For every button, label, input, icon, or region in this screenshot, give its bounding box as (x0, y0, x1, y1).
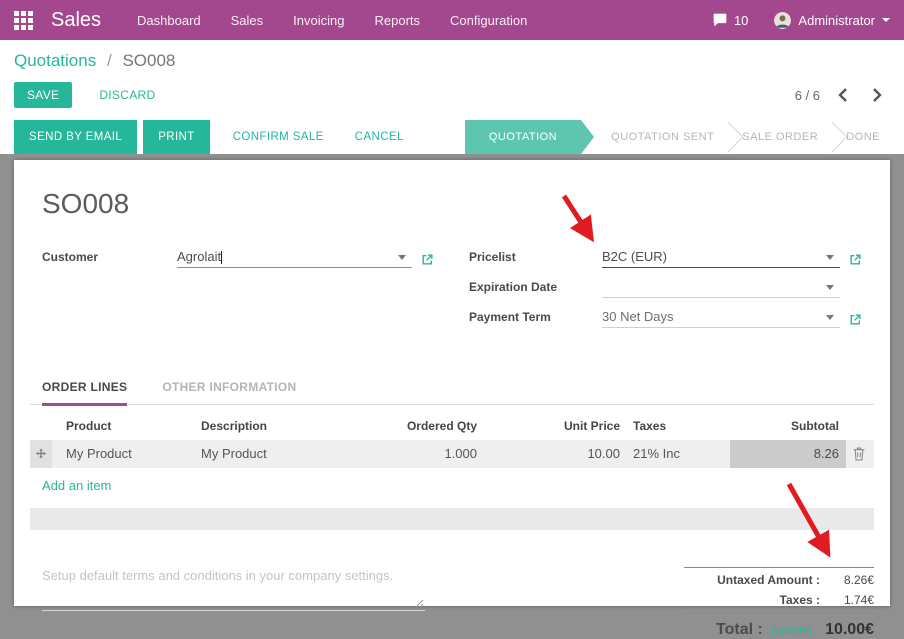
empty-notes-bar[interactable] (30, 508, 874, 530)
control-panel: Quotations / SO008 SAVE DISCARD 6 / 6 SE… (0, 40, 904, 154)
pricelist-input[interactable]: B2C (EUR) (602, 248, 840, 268)
col-unit-price: Unit Price (477, 419, 620, 433)
pager-previous-icon[interactable] (830, 88, 855, 102)
apps-grid-icon[interactable] (14, 11, 33, 30)
customer-external-link-icon[interactable] (421, 253, 434, 266)
breadcrumb: Quotations / SO008 (14, 51, 890, 71)
chat-bubble-icon (712, 13, 728, 27)
user-avatar[interactable] (774, 12, 791, 29)
confirm-sale-button[interactable]: CONFIRM SALE (219, 120, 338, 154)
breadcrumb-separator: / (107, 51, 112, 70)
nav-menu: Dashboard Sales Invoicing Reports Config… (137, 13, 527, 28)
payment-term-label: Payment Term (469, 310, 602, 328)
expiration-date-row: Expiration Date (469, 277, 862, 298)
send-by-email-button[interactable]: SEND BY EMAIL (14, 120, 137, 154)
app-brand[interactable]: Sales (51, 9, 101, 32)
untaxed-amount-value: 8.26€ (820, 573, 874, 587)
top-navbar: Sales Dashboard Sales Invoicing Reports … (0, 0, 904, 40)
nav-item-configuration[interactable]: Configuration (450, 13, 527, 28)
order-lines-table: Product Description Ordered Qty Unit Pri… (30, 414, 874, 495)
pager-value: 6 / 6 (795, 88, 820, 103)
statusbar: QUOTATION QUOTATION SENT SALE ORDER DONE (465, 120, 890, 154)
save-button[interactable]: SAVE (14, 82, 72, 108)
customer-label: Customer (42, 250, 177, 268)
totals-box: Untaxed Amount : 8.26€ Taxes : 1.74€ Tot… (684, 567, 874, 639)
discard-button[interactable]: DISCARD (99, 88, 155, 102)
table-header: Product Description Ordered Qty Unit Pri… (30, 414, 874, 440)
customer-row: Customer Agrolait (42, 247, 434, 268)
payment-term-row: Payment Term 30 Net Days (469, 307, 862, 328)
cell-subtotal: 8.26 (730, 440, 846, 468)
expiration-date-label: Expiration Date (469, 280, 602, 298)
control-row: SAVE DISCARD 6 / 6 (14, 82, 890, 108)
col-subtotal: Subtotal (730, 419, 846, 433)
cell-product[interactable]: My Product (52, 440, 197, 468)
pager-next-icon[interactable] (865, 88, 890, 102)
row-drag-handle[interactable] (30, 440, 52, 468)
table-row[interactable]: My Product My Product 1.000 10.00 21% In… (30, 440, 874, 468)
taxes-row: Taxes : 1.74€ (684, 590, 874, 610)
action-bar: SEND BY EMAIL PRINT CONFIRM SALE CANCEL … (14, 120, 890, 154)
pricelist-dropdown-caret-icon[interactable] (826, 255, 834, 260)
tab-other-information[interactable]: OTHER INFORMATION (162, 380, 296, 404)
text-cursor (221, 251, 222, 264)
notebook-tabs: ORDER LINES OTHER INFORMATION (30, 380, 874, 405)
nav-right: 10 Administrator (712, 12, 890, 29)
status-step-done[interactable]: DONE (832, 120, 890, 154)
delete-row-trash-icon[interactable] (846, 440, 872, 468)
terms-placeholder: Setup default terms and conditions in yo… (42, 568, 393, 583)
total-row: Total : (update) 10.00€ (684, 613, 874, 639)
status-step-quotation[interactable]: QUOTATION (465, 120, 581, 154)
cell-ordered-qty[interactable]: 1.000 (365, 440, 477, 468)
tab-order-lines[interactable]: ORDER LINES (42, 380, 127, 406)
status-step-quotation-sent[interactable]: QUOTATION SENT (597, 120, 728, 154)
pricelist-label: Pricelist (469, 250, 602, 268)
add-an-item-link[interactable]: Add an item (42, 478, 111, 493)
cancel-button[interactable]: CANCEL (341, 120, 418, 154)
col-product: Product (52, 419, 197, 433)
col-description: Description (197, 419, 365, 433)
form-sheet: SO008 Customer Agrolait Pricelist (14, 160, 890, 606)
untaxed-amount-label: Untaxed Amount : (717, 573, 820, 587)
sheet-bottom: Setup default terms and conditions in yo… (30, 567, 874, 639)
payment-term-external-link-icon[interactable] (849, 313, 862, 326)
grand-total-value: 10.00€ (825, 621, 874, 639)
total-label: Total : (684, 621, 763, 639)
payment-term-input[interactable]: 30 Net Days (602, 308, 840, 328)
user-name[interactable]: Administrator (798, 13, 875, 28)
print-button[interactable]: PRINT (143, 120, 210, 154)
form-group-right: Pricelist B2C (EUR) Expiration Date (469, 247, 862, 337)
terms-textarea[interactable]: Setup default terms and conditions in yo… (42, 567, 425, 611)
cell-taxes[interactable]: 21% Inc (620, 440, 730, 468)
nav-item-reports[interactable]: Reports (374, 13, 420, 28)
nav-item-invoicing[interactable]: Invoicing (293, 13, 344, 28)
nav-item-dashboard[interactable]: Dashboard (137, 13, 201, 28)
pricelist-external-link-icon[interactable] (849, 253, 862, 266)
form-fields: Customer Agrolait Pricelist B2C (EUR (30, 247, 874, 337)
breadcrumb-current: SO008 (122, 51, 175, 70)
pager: 6 / 6 (795, 88, 890, 103)
pricelist-row: Pricelist B2C (EUR) (469, 247, 862, 268)
resize-grip-icon[interactable] (415, 599, 424, 608)
messages-count: 10 (734, 13, 748, 28)
taxes-value: 1.74€ (820, 593, 874, 607)
form-group-left: Customer Agrolait (42, 247, 434, 337)
payment-term-dropdown-caret-icon[interactable] (826, 315, 834, 320)
nav-item-sales[interactable]: Sales (231, 13, 264, 28)
customer-input[interactable]: Agrolait (177, 248, 412, 268)
order-reference-title: SO008 (42, 188, 874, 220)
taxes-label: Taxes : (780, 593, 820, 607)
col-taxes: Taxes (620, 419, 730, 433)
update-taxes-link[interactable]: (update) (771, 625, 812, 637)
expiration-date-input[interactable] (602, 278, 840, 298)
messages-menu[interactable]: 10 (712, 13, 748, 28)
cell-description[interactable]: My Product (197, 440, 365, 468)
breadcrumb-quotations[interactable]: Quotations (14, 51, 96, 70)
customer-dropdown-caret-icon[interactable] (398, 255, 406, 260)
untaxed-amount-row: Untaxed Amount : 8.26€ (684, 570, 874, 590)
user-menu-caret-icon[interactable] (882, 18, 890, 22)
expiration-date-caret-icon[interactable] (826, 285, 834, 290)
cell-unit-price[interactable]: 10.00 (477, 440, 620, 468)
col-ordered-qty: Ordered Qty (365, 419, 477, 433)
